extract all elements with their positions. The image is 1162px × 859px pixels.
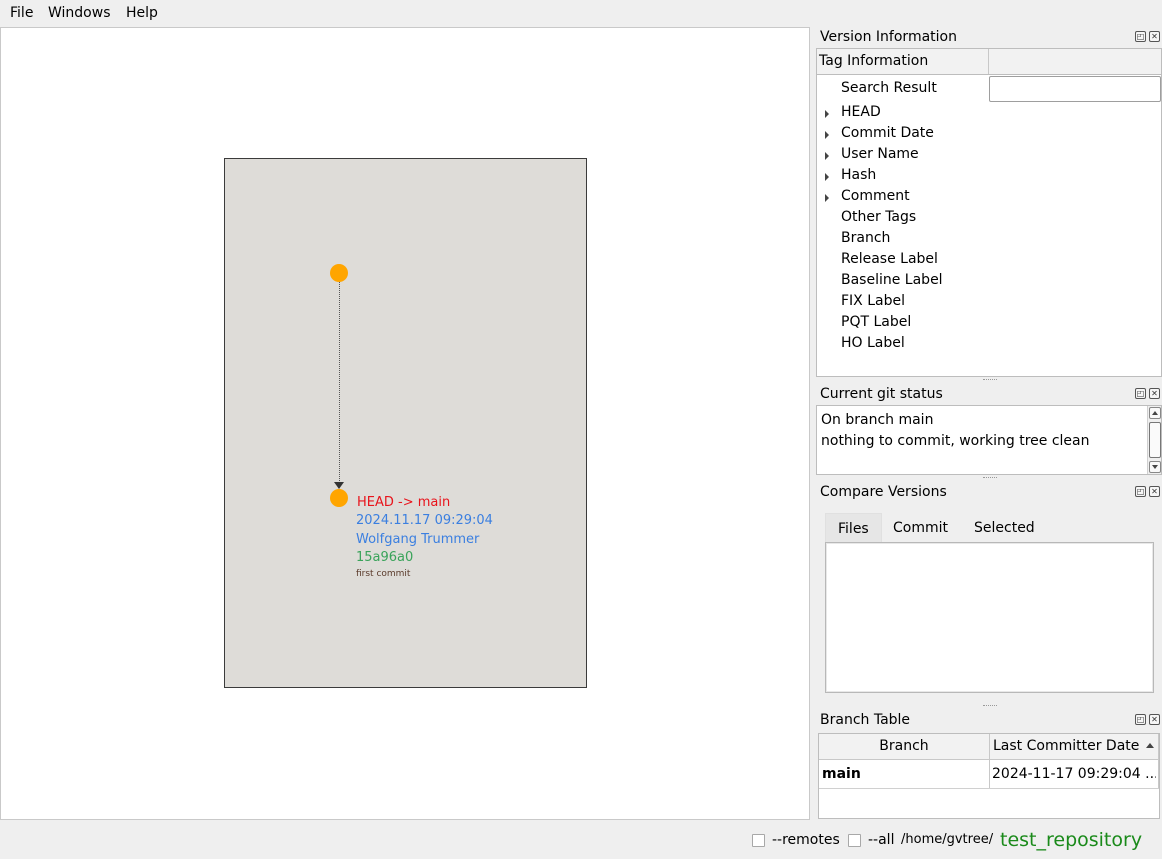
tree-item[interactable]: Other Tags <box>841 209 916 225</box>
column-header-branch[interactable]: Branch <box>819 738 989 754</box>
version-info-dock-buttons: ◰ ✕ <box>1135 31 1161 43</box>
tree-header-tag-info[interactable]: Tag Information <box>817 49 930 74</box>
repository-name: test_repository <box>1000 829 1143 851</box>
date-cell[interactable]: 2024-11-17 09:29:04 ... <box>992 766 1156 782</box>
commit-edge <box>339 282 340 481</box>
tab-selected[interactable]: Selected <box>962 513 1047 545</box>
tree-item[interactable]: Branch <box>841 230 890 246</box>
expand-arrow-icon[interactable] <box>825 131 829 139</box>
menu-help[interactable]: Help <box>126 5 158 21</box>
column-header-last-committer-date[interactable]: Last Committer Date <box>993 738 1139 754</box>
menu-windows[interactable]: Windows <box>48 5 111 21</box>
expand-arrow-icon[interactable] <box>825 110 829 118</box>
arrow-down-icon <box>1152 465 1158 469</box>
tree-item[interactable]: Hash <box>841 167 876 183</box>
git-status-line-2: nothing to commit, working tree clean <box>821 433 1090 449</box>
tab-commit[interactable]: Commit <box>881 513 960 545</box>
commit-user: Wolfgang Trummer <box>356 532 480 547</box>
expand-arrow-icon[interactable] <box>825 152 829 160</box>
expand-arrow-icon[interactable] <box>825 173 829 181</box>
sort-ascending-icon <box>1146 743 1154 748</box>
splitter-handle[interactable] <box>983 477 997 479</box>
tree-item[interactable]: PQT Label <box>841 314 911 330</box>
compare-dock-buttons: ◰ ✕ <box>1135 486 1161 498</box>
all-label[interactable]: --all <box>868 832 894 848</box>
tree-item[interactable]: HEAD <box>841 104 881 120</box>
tree-item[interactable]: Release Label <box>841 251 938 267</box>
tree-header: Tag Information <box>817 49 1161 75</box>
tab-files[interactable]: Files <box>825 513 882 545</box>
branch-cell[interactable]: main <box>822 766 861 782</box>
float-icon[interactable]: ◰ <box>1135 486 1146 497</box>
git-status-title: Current git status <box>820 386 943 402</box>
header-divider <box>988 49 989 74</box>
version-info-tree[interactable]: Tag Information Search Result HEAD Commit… <box>816 48 1162 377</box>
branch-table-header: Branch Last Committer Date <box>819 734 1159 760</box>
git-status-line-1: On branch main <box>821 412 934 428</box>
tree-item[interactable]: Commit Date <box>841 125 934 141</box>
scroll-up-button[interactable] <box>1149 407 1161 419</box>
edge-arrow-icon <box>334 482 344 489</box>
remotes-label[interactable]: --remotes <box>772 832 840 848</box>
tree-item[interactable]: FIX Label <box>841 293 905 309</box>
expand-arrow-icon[interactable] <box>825 194 829 202</box>
close-icon[interactable]: ✕ <box>1149 31 1160 42</box>
menu-bar: File Windows Help <box>0 0 1162 27</box>
menu-file[interactable]: File <box>10 5 33 21</box>
git-status-text[interactable]: On branch main nothing to commit, workin… <box>816 405 1162 475</box>
splitter-handle[interactable] <box>983 705 997 707</box>
close-icon[interactable]: ✕ <box>1149 388 1160 399</box>
commit-message: first commit <box>356 569 411 579</box>
all-checkbox[interactable] <box>848 834 861 847</box>
branch-table[interactable]: Branch Last Committer Date main 2024-11-… <box>818 733 1160 819</box>
tree-item[interactable]: Baseline Label <box>841 272 943 288</box>
repository-path: /home/gvtree/ <box>901 832 994 847</box>
commit-graph-view[interactable]: HEAD -> main 2024.11.17 09:29:04 Wolfgan… <box>0 27 810 820</box>
branch-table-dock-buttons: ◰ ✕ <box>1135 714 1161 726</box>
tree-item[interactable]: HO Label <box>841 335 905 351</box>
column-divider <box>989 734 990 759</box>
float-icon[interactable]: ◰ <box>1135 714 1146 725</box>
remotes-checkbox[interactable] <box>752 834 765 847</box>
search-input[interactable] <box>989 76 1161 102</box>
graph-scene: HEAD -> main 2024.11.17 09:29:04 Wolfgan… <box>224 158 587 688</box>
git-status-dock-buttons: ◰ ✕ <box>1135 388 1161 400</box>
scroll-thumb[interactable] <box>1149 422 1161 458</box>
close-icon[interactable]: ✕ <box>1149 714 1160 725</box>
scroll-down-button[interactable] <box>1149 461 1161 473</box>
commit-node-top[interactable] <box>330 264 348 282</box>
float-icon[interactable]: ◰ <box>1135 31 1146 42</box>
commit-date: 2024.11.17 09:29:04 <box>356 513 493 528</box>
compare-files-pane[interactable] <box>825 542 1154 693</box>
arrow-up-icon <box>1152 411 1158 415</box>
commit-head-label: HEAD -> main <box>357 495 451 510</box>
column-divider <box>989 760 990 789</box>
commit-node-head[interactable] <box>330 489 348 507</box>
tree-header-value[interactable] <box>990 49 994 74</box>
close-icon[interactable]: ✕ <box>1149 486 1160 497</box>
tree-item[interactable]: Comment <box>841 188 910 204</box>
branch-table-title: Branch Table <box>820 712 911 728</box>
compare-versions-title: Compare Versions <box>820 484 947 500</box>
splitter-handle[interactable] <box>983 379 997 381</box>
column-divider <box>1158 734 1159 789</box>
float-icon[interactable]: ◰ <box>1135 388 1146 399</box>
commit-hash: 15a96a0 <box>356 550 414 565</box>
row-divider <box>819 788 1159 789</box>
vertical-scrollbar[interactable] <box>1147 406 1161 474</box>
search-result-label: Search Result <box>841 80 937 96</box>
version-info-title: Version Information <box>820 29 957 45</box>
tree-item[interactable]: User Name <box>841 146 919 162</box>
